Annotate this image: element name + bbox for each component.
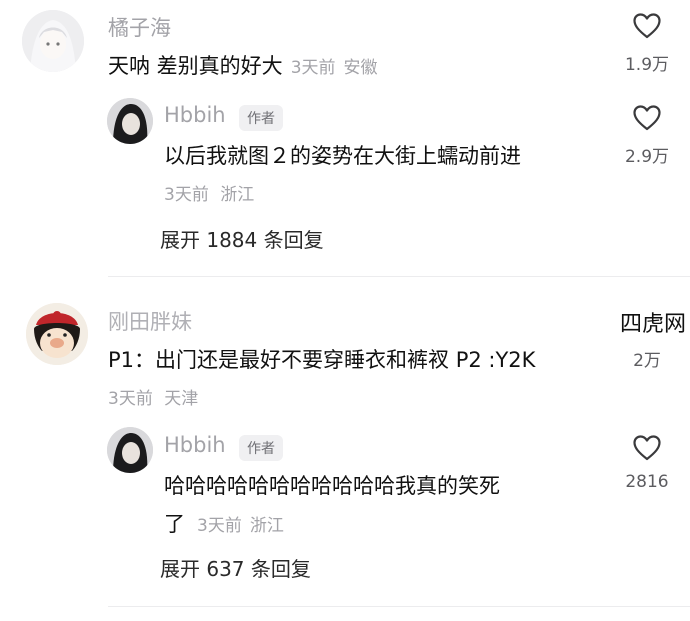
reply-time: 3天前 bbox=[197, 516, 242, 536]
reply-username[interactable]: Hbbih bbox=[164, 433, 226, 457]
watermark: 四虎网 bbox=[620, 312, 687, 337]
heart-icon[interactable] bbox=[632, 12, 662, 40]
heart-icon[interactable] bbox=[632, 104, 662, 132]
comment-username[interactable]: 刚田胖妹 bbox=[108, 306, 192, 336]
reply-time: 3天前 bbox=[164, 185, 209, 205]
like-count: 2万 bbox=[633, 351, 661, 371]
avatar[interactable] bbox=[107, 427, 153, 473]
reply-text-line-1: 哈哈哈哈哈哈哈哈哈哈哈我真的笑死 bbox=[164, 474, 500, 498]
like-count: 2816 bbox=[625, 472, 669, 492]
comment-text-body: 天呐 差别真的好大 bbox=[108, 54, 283, 78]
avatar[interactable] bbox=[107, 98, 153, 144]
expand-replies-button[interactable]: 展开 637 条回复 bbox=[160, 553, 311, 582]
reply-location: 浙江 bbox=[220, 185, 255, 205]
avatar[interactable] bbox=[26, 303, 88, 365]
reply-username[interactable]: Hbbih bbox=[164, 103, 226, 127]
reply-text: 以后我就图２的姿势在大街上蠕动前进 bbox=[164, 144, 521, 168]
reply-text-tail: 了 bbox=[164, 512, 185, 536]
reply-text-line-2: 了 3天前 浙江 bbox=[164, 508, 284, 538]
comment-location: 天津 bbox=[164, 389, 199, 409]
comment-location: 安徽 bbox=[343, 58, 378, 78]
expand-replies-button[interactable]: 展开 1884 条回复 bbox=[160, 224, 324, 253]
divider bbox=[108, 276, 690, 277]
like-button[interactable]: 1.9万 bbox=[612, 12, 682, 75]
comment-text: P1：出门还是最好不要穿睡衣和裤衩 P2 :Y2K bbox=[108, 348, 536, 372]
like-count: 2.9万 bbox=[624, 147, 670, 167]
like-button[interactable]: 2.9万 bbox=[612, 104, 682, 167]
comment-text: 天呐 差别真的好大 3天前 安徽 bbox=[108, 50, 378, 80]
author-badge: 作者 bbox=[239, 105, 283, 131]
like-count: 1.9万 bbox=[624, 55, 670, 75]
comment-meta: 3天前 天津 bbox=[108, 384, 198, 409]
comment-time: 3天前 bbox=[290, 58, 336, 78]
author-badge: 作者 bbox=[239, 435, 283, 461]
divider bbox=[108, 606, 690, 607]
reply-location: 浙江 bbox=[249, 516, 284, 536]
avatar[interactable] bbox=[22, 10, 84, 72]
heart-icon[interactable] bbox=[632, 434, 662, 462]
comment-time: 3天前 bbox=[108, 389, 153, 409]
like-button[interactable]: 2816 bbox=[612, 434, 682, 492]
reply-meta: 3天前 浙江 bbox=[164, 180, 254, 205]
comment-username[interactable]: 橘子海 bbox=[108, 12, 171, 42]
